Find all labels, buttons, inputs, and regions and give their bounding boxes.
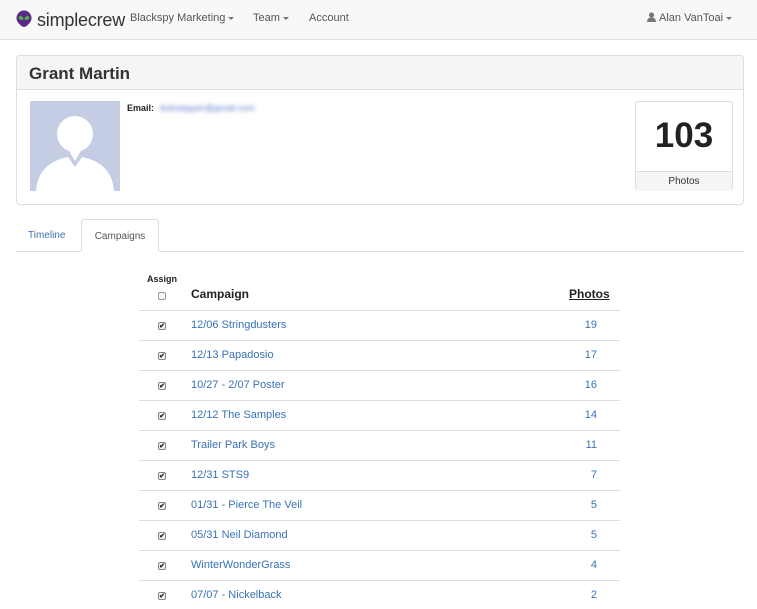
photos-sort-header[interactable]: Photos <box>569 287 610 301</box>
tab-campaigns[interactable]: Campaigns <box>81 219 159 252</box>
assign-checkbox[interactable] <box>158 472 166 480</box>
team-dropdown-label: Team <box>253 12 280 24</box>
assign-checkbox[interactable] <box>158 592 166 600</box>
top-navbar: simplecrew Blackspy Marketing Team Accou… <box>0 0 757 40</box>
caret-down-icon <box>726 16 733 20</box>
user-icon <box>647 12 656 22</box>
profile-panel: Grant Martin Email: dubstepper@gmail.com… <box>16 55 744 205</box>
campaign-header: Campaign <box>191 287 250 301</box>
profile-name: Grant Martin <box>29 64 131 83</box>
assign-checkbox[interactable] <box>158 352 166 360</box>
table-row: 05/31 Neil Diamond 5 <box>139 520 620 550</box>
email-row: Email: dubstepper@gmail.com <box>127 103 255 113</box>
photo-count-label: Photos <box>636 171 732 191</box>
tab-timeline[interactable]: Timeline <box>16 219 82 252</box>
table-row: 07/07 - Nickelback 2 <box>139 580 620 609</box>
table-row: 10/27 - 2/07 Poster 16 <box>139 370 620 400</box>
campaign-link[interactable]: 05/31 Neil Diamond <box>191 529 288 541</box>
user-name: Alan VanToai <box>659 12 724 24</box>
assign-header: Assign <box>146 274 177 284</box>
campaign-link[interactable]: 12/06 Stringdusters <box>191 319 286 331</box>
email-value[interactable]: dubstepper@gmail.com <box>160 103 255 113</box>
default-avatar-icon <box>36 116 114 191</box>
assign-checkbox[interactable] <box>158 502 166 510</box>
photo-count-link[interactable]: 19 <box>585 319 597 331</box>
assign-checkbox[interactable] <box>158 412 166 420</box>
table-row: 12/06 Stringdusters 19 <box>139 310 620 340</box>
campaign-link[interactable]: WinterWonderGrass <box>191 559 290 571</box>
table-row: 01/31 - Pierce The Veil 5 <box>139 490 620 520</box>
account-link-label: Account <box>309 12 349 24</box>
campaign-link[interactable]: 12/12 The Samples <box>191 409 286 421</box>
alien-logo-icon <box>16 10 32 27</box>
photo-count-link[interactable]: 2 <box>591 589 597 601</box>
avatar <box>30 101 120 191</box>
account-link[interactable]: Account <box>309 12 349 24</box>
photo-count-box: 103 Photos <box>635 101 733 191</box>
profile-header: Grant Martin <box>17 56 743 90</box>
photo-count-link[interactable]: 5 <box>591 499 597 511</box>
caret-down-icon <box>228 16 235 20</box>
select-all-checkbox[interactable] <box>158 292 166 300</box>
table-row: Trailer Park Boys 11 <box>139 430 620 460</box>
email-label: Email: <box>127 103 155 113</box>
org-dropdown[interactable]: Blackspy Marketing <box>130 12 235 24</box>
table-row: 12/31 STS9 7 <box>139 460 620 490</box>
brand[interactable]: simplecrew <box>16 8 125 32</box>
assign-checkbox[interactable] <box>158 442 166 450</box>
caret-down-icon <box>282 16 289 20</box>
photo-count-link[interactable]: 11 <box>586 439 597 451</box>
photo-count-link[interactable]: 16 <box>585 379 597 391</box>
photo-count-link[interactable]: 7 <box>591 469 597 481</box>
photo-count-link[interactable]: 4 <box>591 559 597 571</box>
campaign-table: 12/06 Stringdusters 19 12/13 Papadosio 1… <box>139 310 620 609</box>
brand-name: simplecrew <box>37 9 126 30</box>
table-row: 12/13 Papadosio 17 <box>139 340 620 370</box>
assign-checkbox[interactable] <box>158 322 166 330</box>
campaign-link[interactable]: 01/31 - Pierce The Veil <box>191 499 302 511</box>
table-row: 12/12 The Samples 14 <box>139 400 620 430</box>
assign-checkbox[interactable] <box>158 532 166 540</box>
photo-count-link[interactable]: 14 <box>585 409 597 421</box>
org-dropdown-label: Blackspy Marketing <box>130 12 226 24</box>
team-dropdown[interactable]: Team <box>253 12 289 24</box>
campaign-link[interactable]: 07/07 - Nickelback <box>191 589 282 601</box>
assign-checkbox[interactable] <box>158 382 166 390</box>
table-row: WinterWonderGrass 4 <box>139 550 620 580</box>
assign-checkbox[interactable] <box>158 562 166 570</box>
campaign-link[interactable]: 10/27 - 2/07 Poster <box>191 379 285 391</box>
campaign-link[interactable]: 12/13 Papadosio <box>191 349 274 361</box>
user-dropdown[interactable]: Alan VanToai <box>647 12 733 24</box>
campaign-link[interactable]: Trailer Park Boys <box>191 439 275 451</box>
campaign-link[interactable]: 12/31 STS9 <box>191 469 249 481</box>
photo-count-link[interactable]: 5 <box>591 529 597 541</box>
photo-count-link[interactable]: 17 <box>585 349 597 361</box>
photo-count: 103 <box>654 116 714 155</box>
